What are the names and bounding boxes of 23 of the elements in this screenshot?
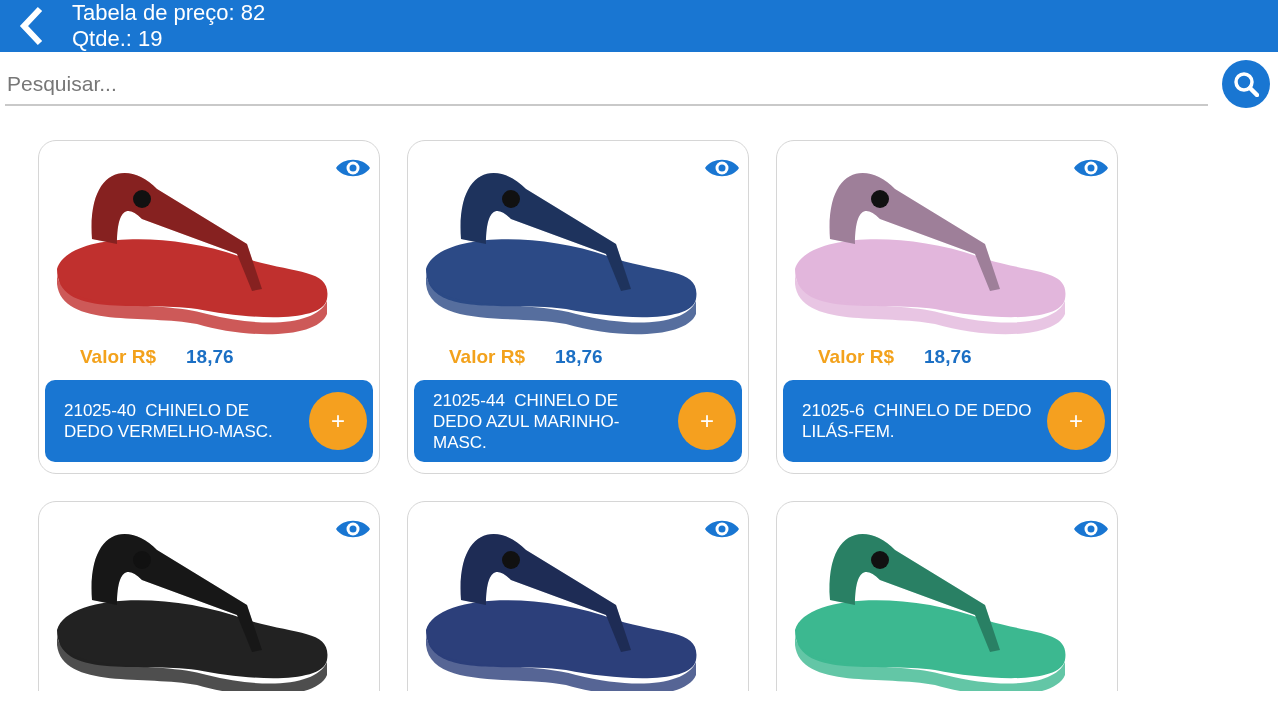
search-button[interactable] xyxy=(1222,60,1270,108)
product-name: 21025-6 CHINELO DE DEDO LILÁS-FEM. xyxy=(802,400,1033,442)
add-button[interactable]: + xyxy=(678,392,736,450)
add-button[interactable]: + xyxy=(1047,392,1105,450)
price-label: Valor R$ xyxy=(449,346,526,368)
quantity-label: Qtde.: 19 xyxy=(72,26,164,52)
eye-icon[interactable] xyxy=(704,157,740,179)
price-value: 18,76 xyxy=(186,346,234,368)
product-name: 21025-40 CHINELO DE DEDO VERMELHO-MASC. xyxy=(64,400,274,442)
price-value: 18,76 xyxy=(924,346,972,368)
eye-icon[interactable] xyxy=(335,518,371,540)
price-label: Valor R$ xyxy=(818,346,895,368)
eye-icon[interactable] xyxy=(1073,518,1109,540)
price-label: Valor R$ xyxy=(80,346,157,368)
back-button[interactable] xyxy=(18,6,44,46)
product-name: 21025-44 CHINELO DE DEDO AZUL MARINHO-MASC. xyxy=(433,389,621,453)
eye-icon[interactable] xyxy=(335,157,371,179)
price-value: 18,76 xyxy=(555,346,603,368)
add-button[interactable]: + xyxy=(309,392,367,450)
price-table-title: Tabela de preço: 82 xyxy=(72,0,266,26)
eye-icon[interactable] xyxy=(704,518,740,540)
search-icon[interactable] xyxy=(1233,71,1259,97)
eye-icon[interactable] xyxy=(1073,157,1109,179)
